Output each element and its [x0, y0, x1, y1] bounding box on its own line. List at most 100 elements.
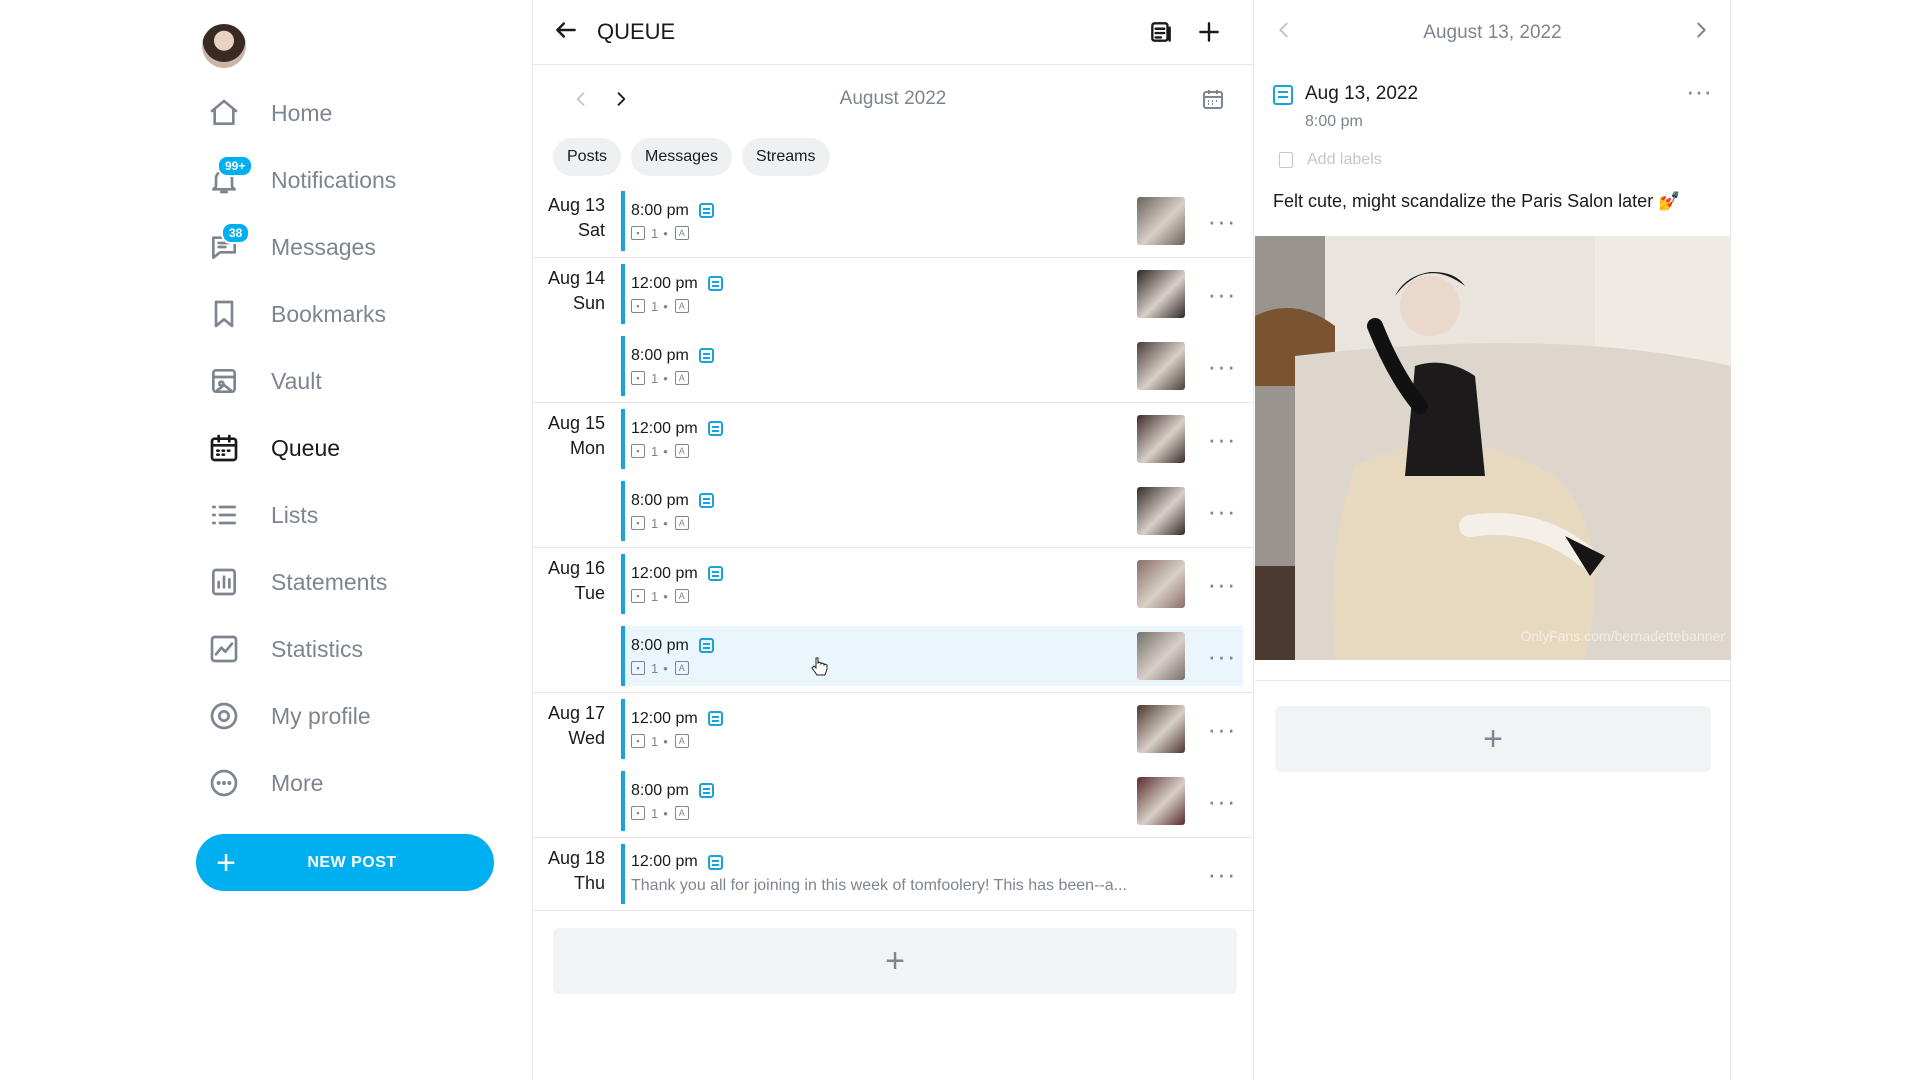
entry-thumbnail[interactable]	[1137, 270, 1185, 318]
queue-entry[interactable]: 8:00 pm ▪ 1 • A ···	[533, 330, 1253, 402]
detail-date-title: August 13, 2022	[1423, 21, 1562, 43]
statements-icon	[205, 563, 243, 601]
entry-more-button[interactable]: ···	[1201, 419, 1243, 459]
separator-dot: •	[663, 660, 668, 676]
sidebar-item-label: Statistics	[271, 635, 364, 662]
entry-more-button[interactable]: ···	[1201, 854, 1243, 894]
message-icon: 38	[205, 222, 251, 266]
sidebar-item-vault[interactable]: Vault	[205, 355, 322, 407]
queue-entry[interactable]: Aug 17 Wed 12:00 pm ▪ 1 • A ···	[533, 693, 1253, 765]
entry-more-button[interactable]: ···	[1201, 346, 1243, 386]
sidebar-item-label: My profile	[271, 702, 371, 729]
day-group: Aug 15 Mon 12:00 pm ▪ 1 • A ··· 8:00 pm ▪ 1 • A ···	[533, 403, 1253, 548]
filter-posts[interactable]: Posts	[553, 138, 622, 176]
entry-thumbnail[interactable]	[1137, 342, 1185, 390]
sidebar-item-my-profile[interactable]: My profile	[205, 690, 371, 742]
entry-time: 12:00 pm	[631, 709, 698, 727]
post-type-icon	[1273, 85, 1293, 105]
sidebar-item-label: More	[271, 769, 324, 796]
prev-month-button[interactable]	[561, 79, 601, 119]
entry-weekday: Sun	[572, 293, 605, 313]
entry-more-button[interactable]: ···	[1201, 201, 1243, 241]
image-icon: ▪	[631, 444, 645, 458]
post-type-icon	[698, 493, 714, 508]
entry-thumbnail[interactable]	[1137, 777, 1185, 825]
entry-thumbnail[interactable]	[1137, 632, 1185, 680]
filter-messages[interactable]: Messages	[631, 138, 732, 176]
sidebar-item-notifications[interactable]: 99+ Notifications	[205, 154, 396, 206]
avatar[interactable]	[202, 24, 246, 68]
queue-entry[interactable]: 8:00 pm ▪ 1 • A ···	[533, 475, 1253, 547]
entry-time-row: 12:00 pm	[631, 420, 1137, 438]
entry-more-button[interactable]: ···	[1201, 709, 1243, 749]
entry-more-button[interactable]: ···	[1201, 274, 1243, 314]
media-count: 1	[651, 370, 659, 386]
sidebar-item-queue[interactable]: Queue	[205, 422, 340, 474]
entry-meta: ▪ 1 • A	[631, 226, 1137, 241]
image-icon: ▪	[631, 661, 645, 675]
entry-thumbnail[interactable]	[1137, 197, 1185, 245]
entry-time: 12:00 pm	[631, 564, 698, 582]
detail-more-button[interactable]: ···	[1686, 78, 1712, 104]
calendar-view-button[interactable]	[1193, 79, 1233, 119]
add-queue-item-button[interactable]	[1185, 12, 1233, 52]
entry-day-label: Aug 18 Thu	[533, 838, 613, 896]
back-arrow-icon[interactable]	[553, 17, 579, 48]
divider	[1255, 680, 1730, 681]
entry-thumbnail[interactable]	[1137, 415, 1185, 463]
sidebar-item-statements[interactable]: Statements	[205, 556, 387, 608]
entry-date: Aug 17	[547, 703, 605, 723]
filter-streams[interactable]: Streams	[741, 138, 830, 176]
queue-entry[interactable]: Aug 18 Thu 12:00 pm Thank you all for joini…	[533, 838, 1253, 910]
queue-entry[interactable]: 8:00 pm ▪ 1 • A ···	[533, 765, 1253, 837]
next-day-button[interactable]	[1690, 19, 1712, 46]
profile-icon	[205, 697, 243, 735]
sidebar-item-lists[interactable]: Lists	[205, 489, 318, 541]
sidebar-item-more[interactable]: More	[205, 757, 323, 809]
sidebar-item-label: Lists	[271, 501, 319, 528]
prev-day-button[interactable]	[1273, 19, 1295, 46]
queue-list-view-button[interactable]	[1137, 12, 1185, 52]
queue-entry[interactable]: Aug 14 Sun 12:00 pm ▪ 1 • A ···	[533, 258, 1253, 330]
text-icon: A	[674, 661, 689, 675]
entry-more-button[interactable]: ···	[1201, 564, 1243, 604]
entry-text: 8:00 pm ▪ 1 • A	[631, 202, 1137, 241]
entry-more-button[interactable]: ···	[1201, 491, 1243, 531]
entry-day-label	[533, 620, 613, 628]
sidebar-item-messages[interactable]: 38 Messages	[205, 221, 376, 273]
image-icon: ▪	[631, 371, 645, 385]
entry-time-row: 8:00 pm	[631, 492, 1137, 510]
sidebar-item-bookmarks[interactable]: Bookmarks	[205, 288, 386, 340]
sidebar-item-statistics[interactable]: Statistics	[205, 623, 363, 675]
add-labels-button[interactable]: Add labels	[1255, 131, 1730, 169]
entry-more-button[interactable]: ···	[1201, 781, 1243, 821]
post-photo[interactable]: OnlyFans.com/bernadettebanner	[1255, 236, 1731, 660]
entry-meta: ▪ 1 • A	[631, 589, 1137, 604]
queue-entry[interactable]: Aug 15 Mon 12:00 pm ▪ 1 • A ···	[533, 403, 1253, 475]
entry-thumbnail[interactable]	[1137, 487, 1185, 535]
queue-add-button[interactable]: +	[553, 928, 1237, 994]
media-count: 1	[651, 515, 659, 531]
entry-time: 8:00 pm	[631, 636, 689, 654]
entry-weekday: Thu	[573, 873, 605, 893]
entry-weekday: Mon	[569, 438, 605, 458]
new-post-button[interactable]: + NEW POST	[196, 834, 494, 891]
entry-date: Aug 16	[547, 558, 605, 578]
next-month-button[interactable]	[601, 79, 641, 119]
entry-time-row: 12:00 pm	[631, 710, 1137, 728]
queue-entry[interactable]: Aug 16 Tue 12:00 pm ▪ 1 • A ···	[533, 548, 1253, 620]
list-view-icon	[1151, 22, 1171, 42]
entry-time: 8:00 pm	[631, 201, 689, 219]
more-icon	[205, 764, 243, 802]
post-type-icon	[707, 854, 723, 870]
post-type-icon	[707, 421, 723, 436]
entry-thumbnail[interactable]	[1137, 705, 1185, 753]
queue-entry[interactable]: Aug 13 Sat 8:00 pm ▪ 1 • A ···	[533, 185, 1253, 257]
entry-time: 8:00 pm	[631, 491, 689, 509]
entry-thumbnail[interactable]	[1137, 560, 1185, 608]
entry-more-button[interactable]: ···	[1201, 636, 1243, 676]
detail-add-button[interactable]: +	[1275, 706, 1711, 772]
sidebar-item-home[interactable]: Home	[205, 87, 332, 139]
queue-entry[interactable]: 8:00 pm ▪ 1 • A ···	[533, 620, 1253, 692]
separator-dot: •	[663, 298, 668, 314]
